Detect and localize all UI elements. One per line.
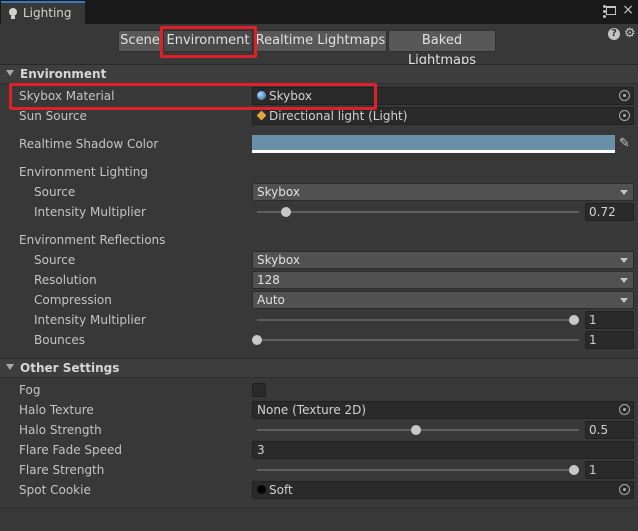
- lightbulb-icon: [8, 7, 18, 24]
- reflections-intensity-slider-thumb[interactable]: [569, 315, 579, 325]
- lighting-intensity-slider-track[interactable]: [257, 211, 579, 213]
- reflections-source-label: Source: [34, 253, 76, 267]
- window-title: Lighting: [23, 6, 72, 20]
- section-title: Environment: [20, 67, 107, 81]
- bounces-input[interactable]: 1: [585, 331, 634, 349]
- flare-strength-label: Flare Strength: [19, 463, 105, 477]
- skybox-material-field[interactable]: Skybox: [252, 87, 634, 105]
- help-icon[interactable]: ?: [608, 28, 620, 40]
- lighting-intensity-slider-thumb[interactable]: [281, 207, 291, 217]
- halo-texture-field[interactable]: None (Texture 2D): [252, 401, 634, 419]
- bounces-slider-thumb[interactable]: [252, 335, 262, 345]
- section-title: Other Settings: [20, 361, 120, 375]
- bounces-label: Bounces: [34, 333, 86, 347]
- reflections-source-dropdown[interactable]: Skybox: [252, 251, 634, 269]
- compression-dropdown[interactable]: Auto: [252, 291, 634, 309]
- reflections-intensity-slider-track[interactable]: [257, 319, 579, 321]
- lighting-intensity-label: Intensity Multiplier: [34, 205, 146, 219]
- spot-cookie-field[interactable]: Soft: [252, 481, 634, 499]
- flare-strength-input[interactable]: 1: [585, 461, 634, 479]
- resolution-dropdown[interactable]: 128: [252, 271, 634, 289]
- chevron-down-icon: [620, 258, 628, 263]
- lighting-window-tab[interactable]: Lighting: [1, 1, 85, 24]
- reflections-intensity-input[interactable]: 1: [585, 311, 634, 329]
- realtime-shadow-color-label: Realtime Shadow Color: [19, 137, 159, 151]
- flare-fade-speed-input[interactable]: 3: [252, 441, 634, 459]
- skybox-material-label: Skybox Material: [19, 89, 115, 103]
- gear-icon[interactable]: ⚙: [624, 27, 636, 41]
- section-header-environment[interactable]: Environment: [0, 64, 638, 84]
- bounces-slider-track[interactable]: [257, 339, 579, 341]
- halo-texture-label: Halo Texture: [19, 403, 94, 417]
- compression-label: Compression: [34, 293, 112, 307]
- lighting-intensity-input[interactable]: 0.72: [585, 203, 634, 221]
- object-picker-icon[interactable]: [619, 484, 630, 495]
- tab-scene[interactable]: Scene: [118, 30, 162, 52]
- reflections-intensity-label: Intensity Multiplier: [34, 313, 146, 327]
- lighting-source-dropdown[interactable]: Skybox: [252, 183, 634, 201]
- eyedropper-icon[interactable]: ✎: [619, 137, 630, 151]
- halo-strength-input[interactable]: 0.5: [585, 421, 634, 439]
- section-header-other-settings[interactable]: Other Settings: [0, 358, 638, 378]
- object-picker-icon[interactable]: [619, 110, 630, 121]
- directional-light-icon: [256, 110, 267, 121]
- flare-strength-slider-thumb[interactable]: [569, 465, 579, 475]
- close-icon[interactable]: ×: [622, 2, 634, 18]
- environment-lighting-label: Environment Lighting: [19, 165, 148, 179]
- foldout-arrow-icon[interactable]: [6, 70, 14, 76]
- flare-fade-speed-label: Flare Fade Speed: [19, 443, 123, 457]
- spot-cookie-label: Spot Cookie: [19, 483, 91, 497]
- skybox-material-icon: [257, 91, 266, 100]
- foldout-arrow-icon[interactable]: [6, 364, 14, 370]
- tab-baked-lightmaps[interactable]: Baked Lightmaps: [388, 30, 496, 68]
- flare-strength-slider-track[interactable]: [257, 469, 579, 471]
- resolution-label: Resolution: [34, 273, 97, 287]
- halo-strength-label: Halo Strength: [19, 423, 102, 437]
- maximize-icon[interactable]: [606, 6, 616, 15]
- object-picker-icon[interactable]: [619, 90, 630, 101]
- halo-strength-slider-thumb[interactable]: [411, 425, 421, 435]
- lighting-source-label: Source: [34, 185, 76, 199]
- tab-environment[interactable]: Environment: [163, 30, 253, 52]
- realtime-shadow-color-swatch[interactable]: [252, 135, 615, 153]
- window-titlebar: Lighting ×: [0, 0, 638, 24]
- chevron-down-icon: [620, 190, 628, 195]
- chevron-down-icon: [620, 298, 628, 303]
- chevron-down-icon: [620, 278, 628, 283]
- object-picker-icon[interactable]: [619, 404, 630, 415]
- sun-source-field[interactable]: Directional light (Light): [252, 107, 634, 125]
- sun-source-label: Sun Source: [19, 109, 87, 123]
- fog-checkbox[interactable]: [252, 383, 266, 397]
- tab-realtime-lightmaps[interactable]: Realtime Lightmaps: [254, 30, 387, 52]
- divider: [0, 508, 638, 509]
- environment-reflections-label: Environment Reflections: [19, 233, 166, 247]
- fog-label: Fog: [19, 383, 41, 397]
- texture-icon: [257, 485, 266, 494]
